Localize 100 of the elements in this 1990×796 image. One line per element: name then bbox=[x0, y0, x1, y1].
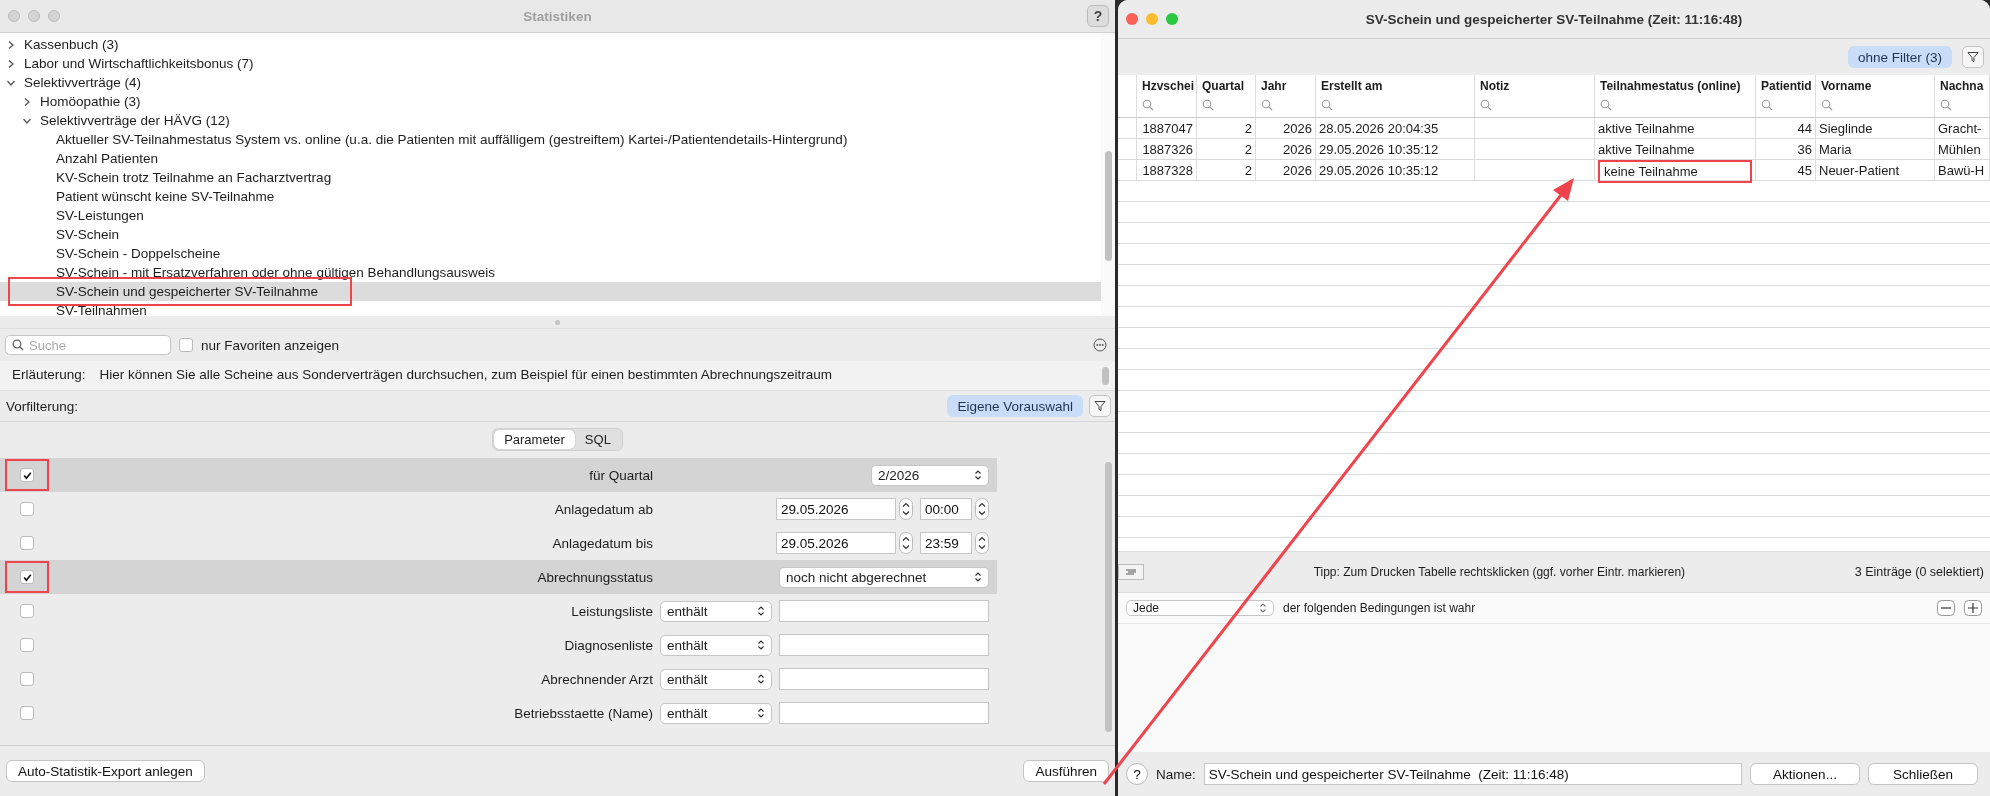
minimize-icon[interactable] bbox=[1146, 13, 1158, 25]
search-icon[interactable] bbox=[1761, 99, 1773, 111]
stepper-icon[interactable] bbox=[975, 498, 989, 520]
tree-item[interactable]: Selektivverträge der HÄVG (12) bbox=[0, 111, 1101, 130]
column-header[interactable]: Jahr bbox=[1261, 79, 1287, 93]
tree-item[interactable]: Labor und Wirtschaftlichkeitsbonus (7) bbox=[0, 54, 1101, 73]
checkbox[interactable] bbox=[20, 468, 34, 482]
tree-item[interactable]: KV-Schein trotz Teilnahme an Facharztvertrag bbox=[0, 168, 1101, 187]
window-control-icon[interactable] bbox=[28, 10, 40, 22]
chevron-icon[interactable] bbox=[6, 58, 16, 69]
checkbox[interactable] bbox=[179, 338, 193, 352]
search-icon[interactable] bbox=[1142, 99, 1154, 111]
parameter-label: Abrechnender Arzt bbox=[541, 671, 653, 687]
operator-dropdown[interactable]: enthält bbox=[660, 600, 772, 622]
scrollbar-thumb[interactable] bbox=[1104, 462, 1112, 732]
help-button[interactable]: ? bbox=[1087, 5, 1109, 27]
checkbox[interactable] bbox=[20, 570, 34, 584]
search-icon[interactable] bbox=[1821, 99, 1833, 111]
checkbox[interactable] bbox=[20, 536, 34, 550]
condition-dropdown[interactable]: Jede bbox=[1126, 600, 1274, 616]
time-field[interactable]: 23:59 bbox=[920, 532, 972, 554]
chevron-icon[interactable] bbox=[6, 39, 16, 50]
column-header[interactable]: Quartal bbox=[1202, 79, 1244, 93]
checkbox[interactable] bbox=[20, 604, 34, 618]
search-icon[interactable] bbox=[1261, 99, 1273, 111]
search-icon[interactable] bbox=[1202, 99, 1214, 111]
tree-item[interactable]: Kassenbuch (3) bbox=[0, 35, 1101, 54]
tree-item[interactable]: Anzahl Patienten bbox=[0, 149, 1101, 168]
search-icon[interactable] bbox=[1600, 99, 1612, 111]
maximize-icon[interactable] bbox=[1166, 13, 1178, 25]
text-field[interactable] bbox=[779, 634, 989, 656]
tree-item[interactable]: SV-Schein - mit Ersatzverfahren oder ohne gültigen Behandlungsausweis bbox=[0, 263, 1101, 282]
date-field[interactable]: 29.05.2026 bbox=[776, 532, 896, 554]
window-control-icon[interactable] bbox=[48, 10, 60, 22]
text-field[interactable] bbox=[779, 702, 989, 724]
dropdown[interactable]: noch nicht abgerechnet bbox=[779, 566, 989, 588]
tree-item[interactable]: SV-Schein bbox=[0, 225, 1101, 244]
search-field[interactable]: Suche bbox=[5, 335, 171, 355]
table-cell-text: Maria bbox=[1819, 141, 1853, 157]
filter-button[interactable] bbox=[1962, 46, 1984, 68]
tip-text: Tipp: Zum Drucken Tabelle rechtsklicken (ggf. vorher Eintr. markieren) bbox=[1312, 565, 1687, 579]
tree-item[interactable]: SV-Schein - Doppelscheine bbox=[0, 244, 1101, 263]
column-header[interactable]: Nachna bbox=[1940, 79, 1984, 93]
search-icon[interactable] bbox=[1321, 99, 1333, 111]
stepper-icon[interactable] bbox=[975, 532, 989, 554]
column-header[interactable]: Vorname bbox=[1821, 79, 1872, 93]
close-button[interactable]: Schließen bbox=[1868, 763, 1978, 785]
more-options-icon[interactable] bbox=[1093, 338, 1107, 352]
column-header[interactable]: Hzvschei bbox=[1142, 79, 1195, 93]
scrollbar-thumb[interactable] bbox=[1104, 151, 1112, 261]
stepper-icon[interactable] bbox=[899, 532, 913, 554]
stepper-icon[interactable] bbox=[899, 498, 913, 520]
checkbox[interactable] bbox=[20, 638, 34, 652]
operator-dropdown[interactable]: enthält bbox=[660, 634, 772, 656]
time-field[interactable]: 00:00 bbox=[920, 498, 972, 520]
chevron-icon[interactable] bbox=[22, 96, 32, 107]
tab[interactable]: Parameter bbox=[494, 429, 575, 449]
column-header[interactable]: Notiz bbox=[1480, 79, 1510, 93]
own-preselection-button[interactable]: Eigene Vorauswahl bbox=[947, 395, 1083, 417]
text-field[interactable] bbox=[779, 668, 989, 690]
search-icon[interactable] bbox=[1940, 99, 1952, 111]
date-field[interactable]: 29.05.2026 bbox=[776, 498, 896, 520]
table-cell-text: 2 bbox=[1243, 162, 1252, 178]
tree-item[interactable]: SV-Teilnahmen bbox=[0, 301, 1101, 316]
name-field[interactable]: SV-Schein und gespeicherter SV-Teilnahme (Zeit: 11:16:48) bbox=[1203, 763, 1742, 785]
text-field[interactable] bbox=[779, 600, 989, 622]
tree-item[interactable]: Selektivverträge (4) bbox=[0, 73, 1101, 92]
operator-dropdown[interactable]: enthält bbox=[660, 702, 772, 724]
column-header[interactable]: Patientid bbox=[1761, 79, 1812, 93]
search-icon[interactable] bbox=[1480, 99, 1492, 111]
checkbox[interactable] bbox=[20, 502, 34, 516]
operator-dropdown[interactable]: enthält bbox=[660, 668, 772, 690]
tree-item[interactable]: SV-Schein und gespeicherter SV-Teilnahme bbox=[0, 282, 1101, 301]
splitter-handle[interactable] bbox=[555, 319, 560, 325]
dropdown[interactable]: 2/2026 bbox=[871, 464, 989, 486]
tree-item[interactable]: Homöopathie (3) bbox=[0, 92, 1101, 111]
tree-item[interactable]: Aktueller SV-Teilnahmestatus System vs. online (u.a. die Patienten mit auffälligem (gestreiftem) Kartei-/Patientendetails-Hintergrund) bbox=[0, 130, 1101, 149]
table-cell: keine Teilnahme bbox=[1598, 159, 1752, 183]
scrollbar-thumb[interactable] bbox=[1102, 367, 1109, 385]
actions-button[interactable]: Aktionen... bbox=[1750, 763, 1860, 785]
close-icon[interactable] bbox=[1126, 13, 1138, 25]
parameter-label: Anlagedatum ab bbox=[554, 501, 653, 517]
filter-button[interactable] bbox=[1089, 395, 1111, 417]
export-button[interactable]: Auto-Statistik-Export anlegen bbox=[6, 760, 205, 782]
filter-status-button[interactable]: ohne Filter (3) bbox=[1847, 46, 1952, 68]
tree-item[interactable]: Patient wünscht keine SV-Teilnahme bbox=[0, 187, 1101, 206]
column-header[interactable]: Erstellt am bbox=[1321, 79, 1383, 93]
tree-item[interactable]: SV-Leistungen bbox=[0, 206, 1101, 225]
checkbox[interactable] bbox=[20, 706, 34, 720]
help-button[interactable]: ? bbox=[1126, 763, 1148, 785]
column-settings-button[interactable] bbox=[1118, 564, 1144, 580]
checkbox[interactable] bbox=[20, 672, 34, 686]
window-control-icon[interactable] bbox=[8, 10, 20, 22]
tab[interactable]: SQL bbox=[574, 429, 621, 449]
minus-icon[interactable] bbox=[1937, 600, 1955, 616]
funnel-icon bbox=[1967, 51, 1979, 63]
condition-text: der folgenden Bedingungen ist wahr bbox=[1283, 601, 1476, 615]
run-button[interactable]: Ausführen bbox=[1023, 760, 1109, 782]
column-header[interactable]: Teilnahmestatus (online) bbox=[1600, 79, 1741, 93]
plus-icon[interactable] bbox=[1964, 600, 1982, 616]
